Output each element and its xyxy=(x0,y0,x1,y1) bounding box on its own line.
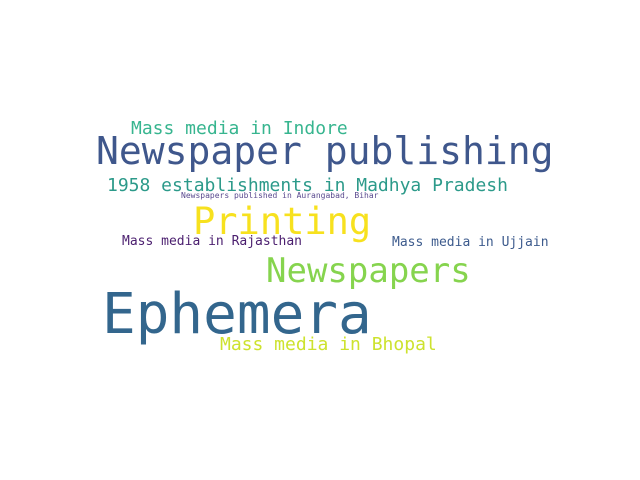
word-newspaper-publishing: Newspaper publishing xyxy=(96,129,554,173)
word-mass-media-in-rajasthan: Mass media in Rajasthan xyxy=(122,234,303,249)
word-cloud: Mass media in Indore Newspaper publishin… xyxy=(0,0,640,480)
word-mass-media-in-bhopal: Mass media in Bhopal xyxy=(220,334,437,355)
word-newspapers-published-in-aurangabad-bihar: Newspapers published in Aurangabad, Biha… xyxy=(181,191,379,200)
word-mass-media-in-ujjain: Mass media in Ujjain xyxy=(392,235,549,250)
